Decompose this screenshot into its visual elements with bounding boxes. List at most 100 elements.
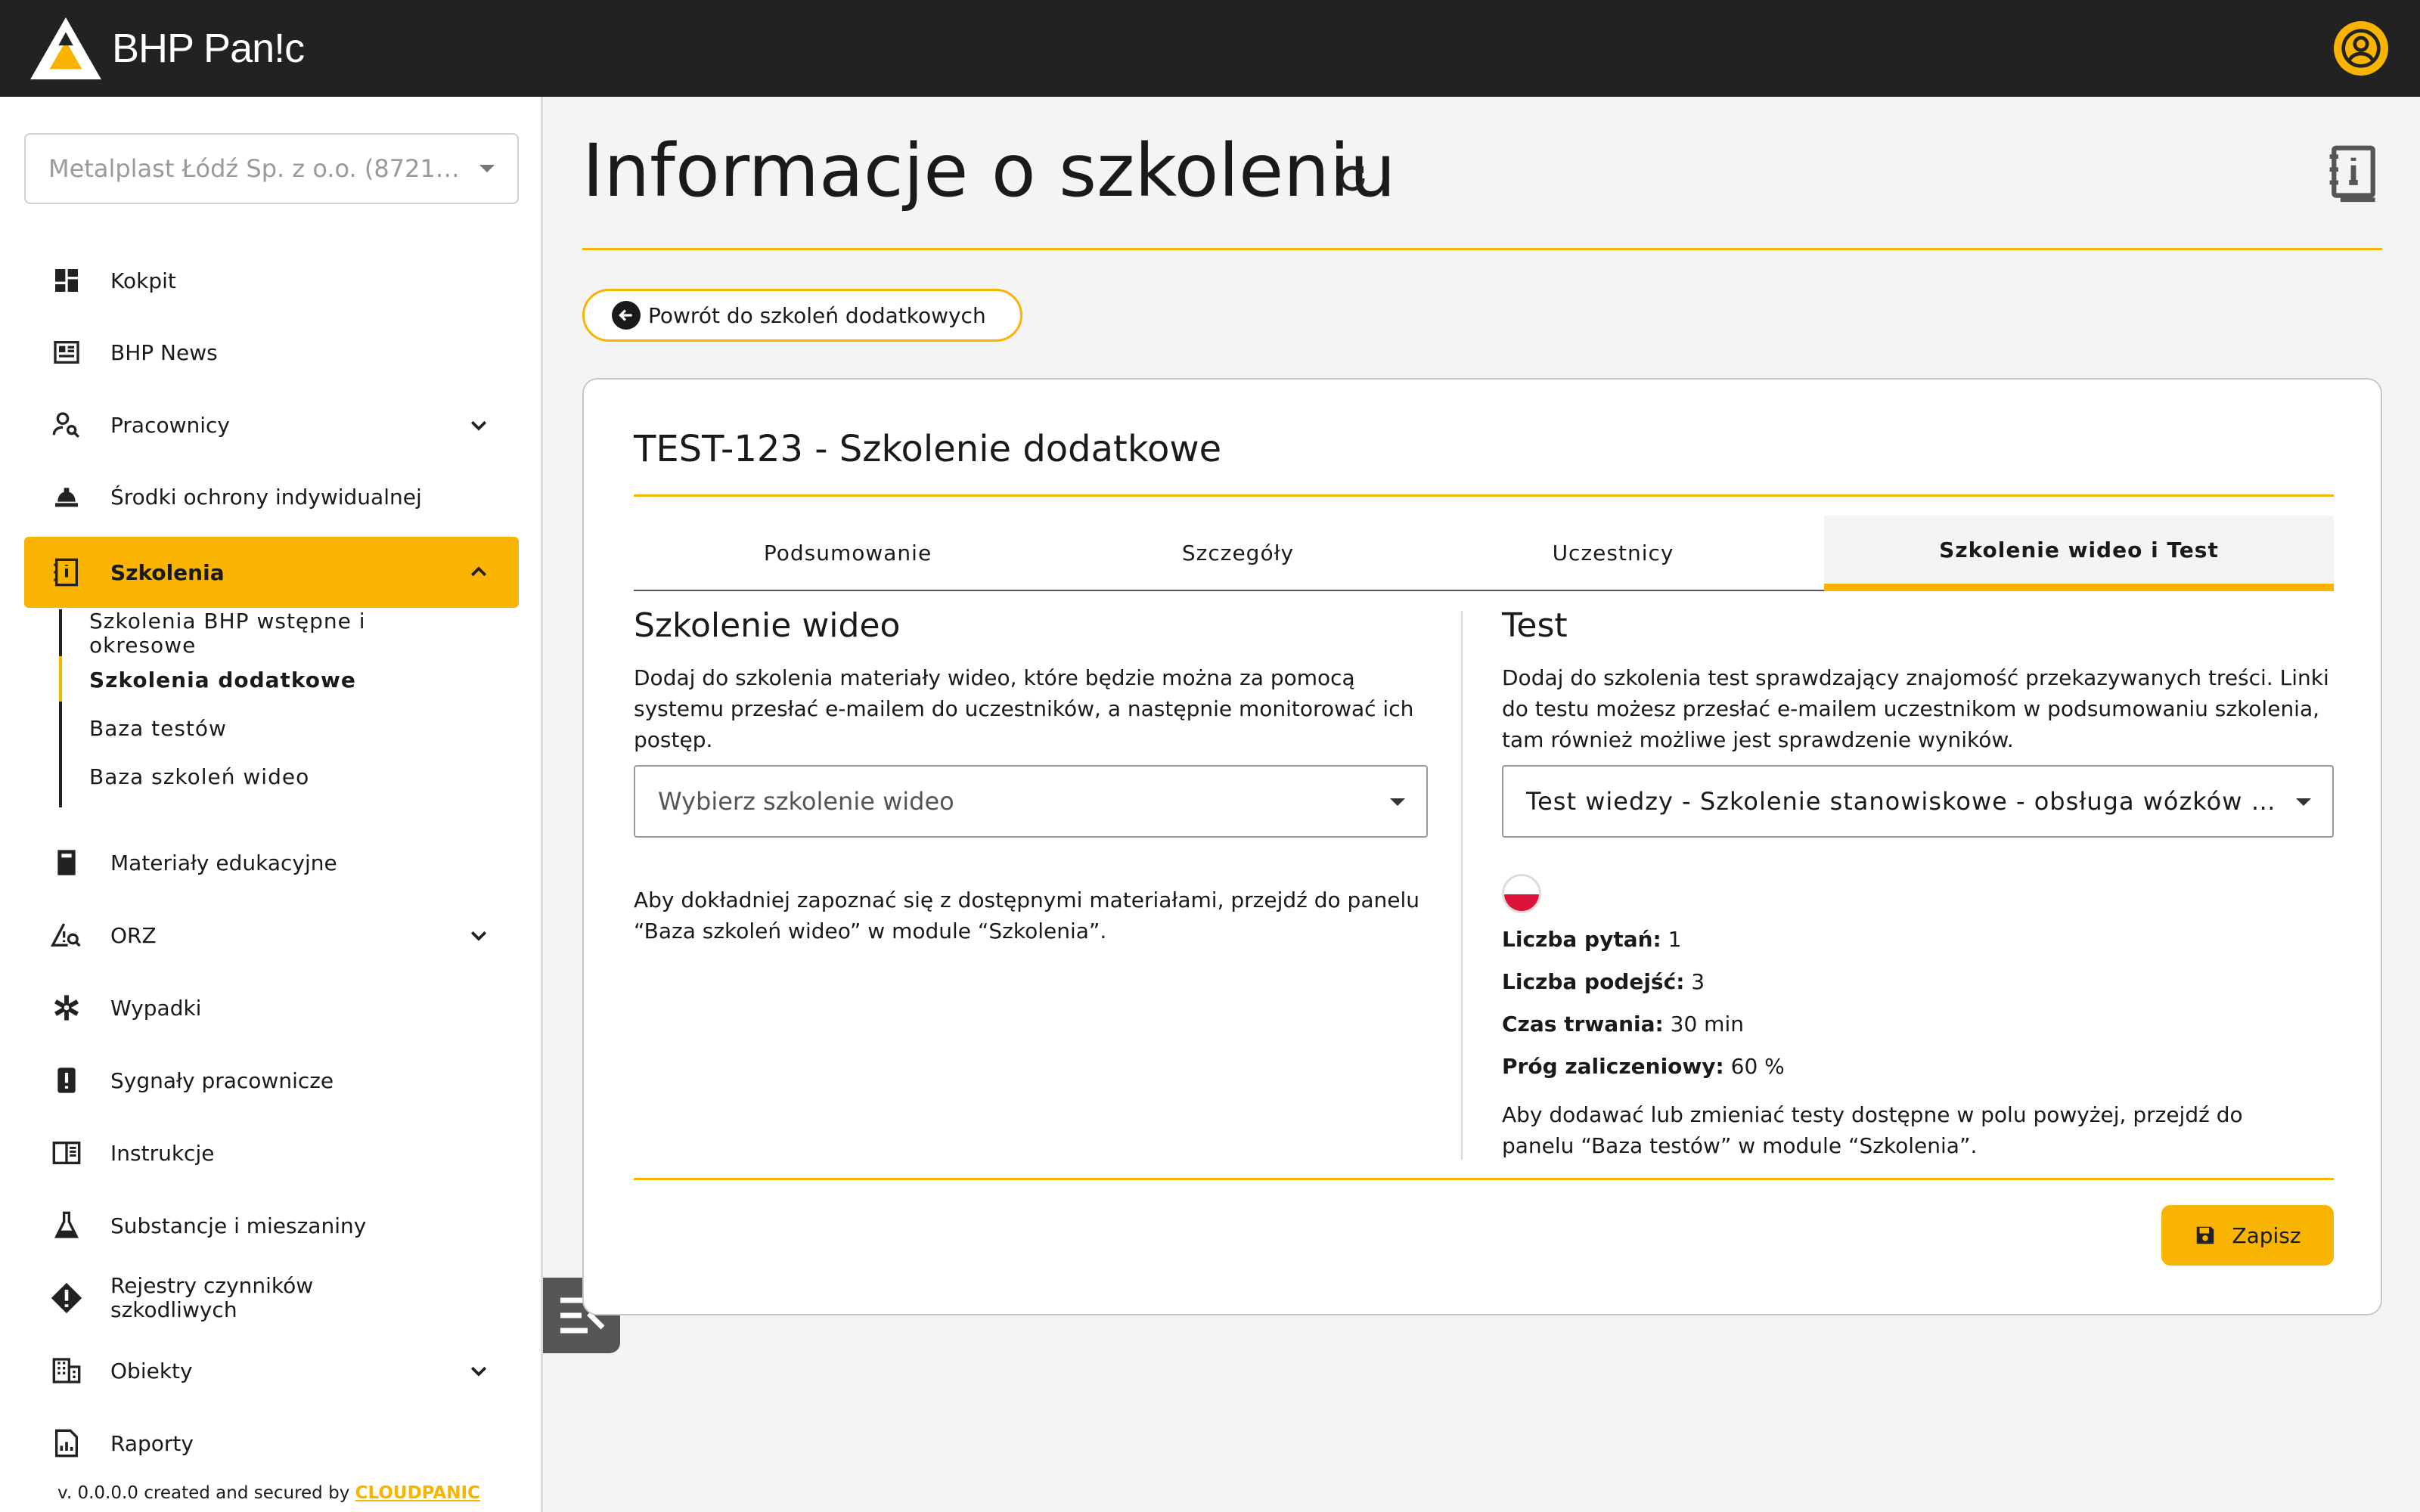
stat-questions: Liczba pytań: 1 [1502,927,1681,952]
stat-label: Czas trwania: [1502,1012,1664,1036]
user-account-icon[interactable] [2334,21,2388,76]
sidebar-item-label: Środki ochrony indywidualnej [110,484,422,510]
caret-down-icon [479,165,495,172]
cloudpanic-link[interactable]: CLOUDPANIC [355,1483,480,1503]
save-icon [2197,1226,2214,1244]
risk-icon [50,919,83,952]
title-divider [582,248,2382,250]
company-select-value: Metalplast Łódź Sp. z o.o. (8721… [48,154,460,183]
sidebar-subitem-baza-testow[interactable]: Baza testów [89,717,227,741]
alert-icon [50,1064,83,1097]
test-select-value: Test wiedzy - Szkolenie stanowiskowe - o… [1526,787,2279,816]
stat-duration: Czas trwania: 30 min [1502,1012,1744,1036]
training-card: TEST-123 - Szkolenie dodatkowe Podsumowa… [582,378,2382,1315]
tab-szczegoly[interactable]: Szczegóły [1062,516,1414,590]
sidebar-item-label: Obiekty [110,1358,193,1383]
page-title: Informacje o szkoleniu [582,129,1396,213]
stat-label: Próg zaliczeniowy: [1502,1054,1724,1079]
test-section-title: Test [1502,606,1568,645]
news-icon [50,336,83,369]
building-icon [50,1354,83,1387]
sidebar-item-sygnaly[interactable]: Sygnały pracownicze [24,1045,519,1116]
video-section-title: Szkolenie wideo [634,606,901,645]
chevron-up-icon [470,566,487,577]
sidebar-item-kokpit[interactable]: Kokpit [24,245,519,316]
sidebar-item-label: Raporty [110,1430,194,1456]
sidebar-item-bhp-news[interactable]: BHP News [24,317,519,388]
test-section-description: Dodaj do szkolenia test sprawdzający zna… [1502,665,2329,752]
sidebar-item-rejestry[interactable]: Rejestry czynników szkodliwych [24,1263,519,1334]
video-training-select[interactable]: Wybierz szkolenie wideo [634,765,1428,838]
refresh-icon[interactable] [1334,160,1370,197]
save-button[interactable]: Zapisz [2161,1205,2334,1266]
sidebar-item-label: Wypadki [110,995,202,1021]
sidebar-item-label: Pracownicy [110,412,230,438]
sidebar-item-materialy[interactable]: Materiały edukacyjne [24,827,519,898]
sidebar: Metalplast Łódź Sp. z o.o. (8721… Kokpit… [0,97,543,1512]
card-title: TEST-123 - Szkolenie dodatkowe [634,428,1222,470]
chevron-down-icon [470,420,487,431]
back-to-trainings-button[interactable]: Powrót do szkoleń dodatkowych [582,289,1022,342]
tab-uczestnicy[interactable]: Uczestnicy [1414,516,1812,590]
training-book-icon [50,556,83,589]
sidebar-subitem-bhp-wstepne[interactable]: Szkolenia BHP wstępne i okresowe [89,609,392,658]
stat-value: 1 [1668,927,1682,952]
sidebar-item-substancje[interactable]: Substancje i mieszaniny [24,1190,519,1261]
sidebar-item-label: Szkolenia [110,559,225,585]
company-select[interactable]: Metalplast Łódź Sp. z o.o. (8721… [24,133,519,204]
stat-label: Liczba podejść: [1502,969,1685,994]
sidebar-item-szkolenia[interactable]: Szkolenia [24,537,519,608]
helmet-icon [50,480,83,513]
person-search-icon [50,408,83,442]
sidebar-item-label: ORZ [110,922,157,948]
tab-podsumowanie[interactable]: Podsumowanie [634,516,1062,590]
instructions-icon [50,1136,83,1170]
caret-down-icon [2296,798,2311,806]
logo-icon [30,17,101,80]
stat-pass-threshold: Próg zaliczeniowy: 60 % [1502,1054,1785,1079]
book-icon [50,846,83,879]
card-title-divider [634,494,2334,497]
help-book-icon[interactable] [2326,144,2381,204]
sidebar-item-pracownicy[interactable]: Pracownicy [24,389,519,460]
column-divider [1461,611,1463,1160]
sidebar-item-label: Sygnały pracownicze [110,1067,334,1093]
back-button-label: Powrót do szkoleń dodatkowych [648,302,986,328]
video-select-placeholder: Wybierz szkolenie wideo [658,787,954,816]
sidebar-item-label: Rejestry czynników szkodliwych [110,1273,314,1322]
top-bar: BHP Pan!c [0,0,2420,97]
sidebar-item-raporty[interactable]: Raporty [24,1408,519,1479]
sidebar-item-orz[interactable]: ORZ [24,900,519,971]
chevron-down-icon [470,1366,487,1377]
sidebar-item-label: Instrukcje [110,1140,215,1166]
arrow-back-icon [612,301,641,330]
chevron-down-icon [470,931,487,941]
sidebar-item-label: BHP News [110,339,218,365]
video-section-description: Dodaj do szkolenia materiały wideo, któr… [634,665,1414,752]
sidebar-subitem-baza-wideo[interactable]: Baza szkoleń wideo [89,765,309,789]
caret-down-icon [1390,798,1405,806]
test-select[interactable]: Test wiedzy - Szkolenie stanowiskowe - o… [1502,765,2334,838]
warning-icon [50,1281,83,1315]
dashboard-icon [50,264,83,297]
sidebar-item-srodki-ochrony[interactable]: Środki ochrony indywidualnej [24,461,519,532]
sidebar-item-label: Materiały edukacyjne [110,850,337,875]
tab-bar: Podsumowanie Szczegóły Uczestnicy Szkole… [634,516,2334,591]
sidebar-subitem-dodatkowe[interactable]: Szkolenia dodatkowe [89,668,356,692]
save-button-label: Zapisz [2232,1222,2301,1248]
footer-prefix: v. 0.0.0.0 created and secured by [57,1483,350,1503]
sidebar-item-instrukcje[interactable]: Instrukcje [24,1117,519,1188]
sidebar-item-label: Kokpit [110,268,176,293]
subnav-line [59,609,62,807]
stat-value: 60 % [1730,1054,1785,1079]
version-footer: v. 0.0.0.0 created and secured by CLOUDP… [57,1483,480,1503]
polish-flag-icon [1502,874,1541,913]
flask-icon [50,1209,83,1242]
sidebar-item-obiekty[interactable]: Obiekty [24,1335,519,1406]
subnav-active-marker [59,656,62,702]
stat-value: 30 min [1670,1012,1744,1036]
app-logo[interactable]: BHP Pan!c [29,15,305,82]
tab-szkolenie-wideo-test[interactable]: Szkolenie wideo i Test [1824,516,2334,591]
card-bottom-divider [634,1178,2334,1180]
sidebar-item-wypadki[interactable]: Wypadki [24,972,519,1043]
